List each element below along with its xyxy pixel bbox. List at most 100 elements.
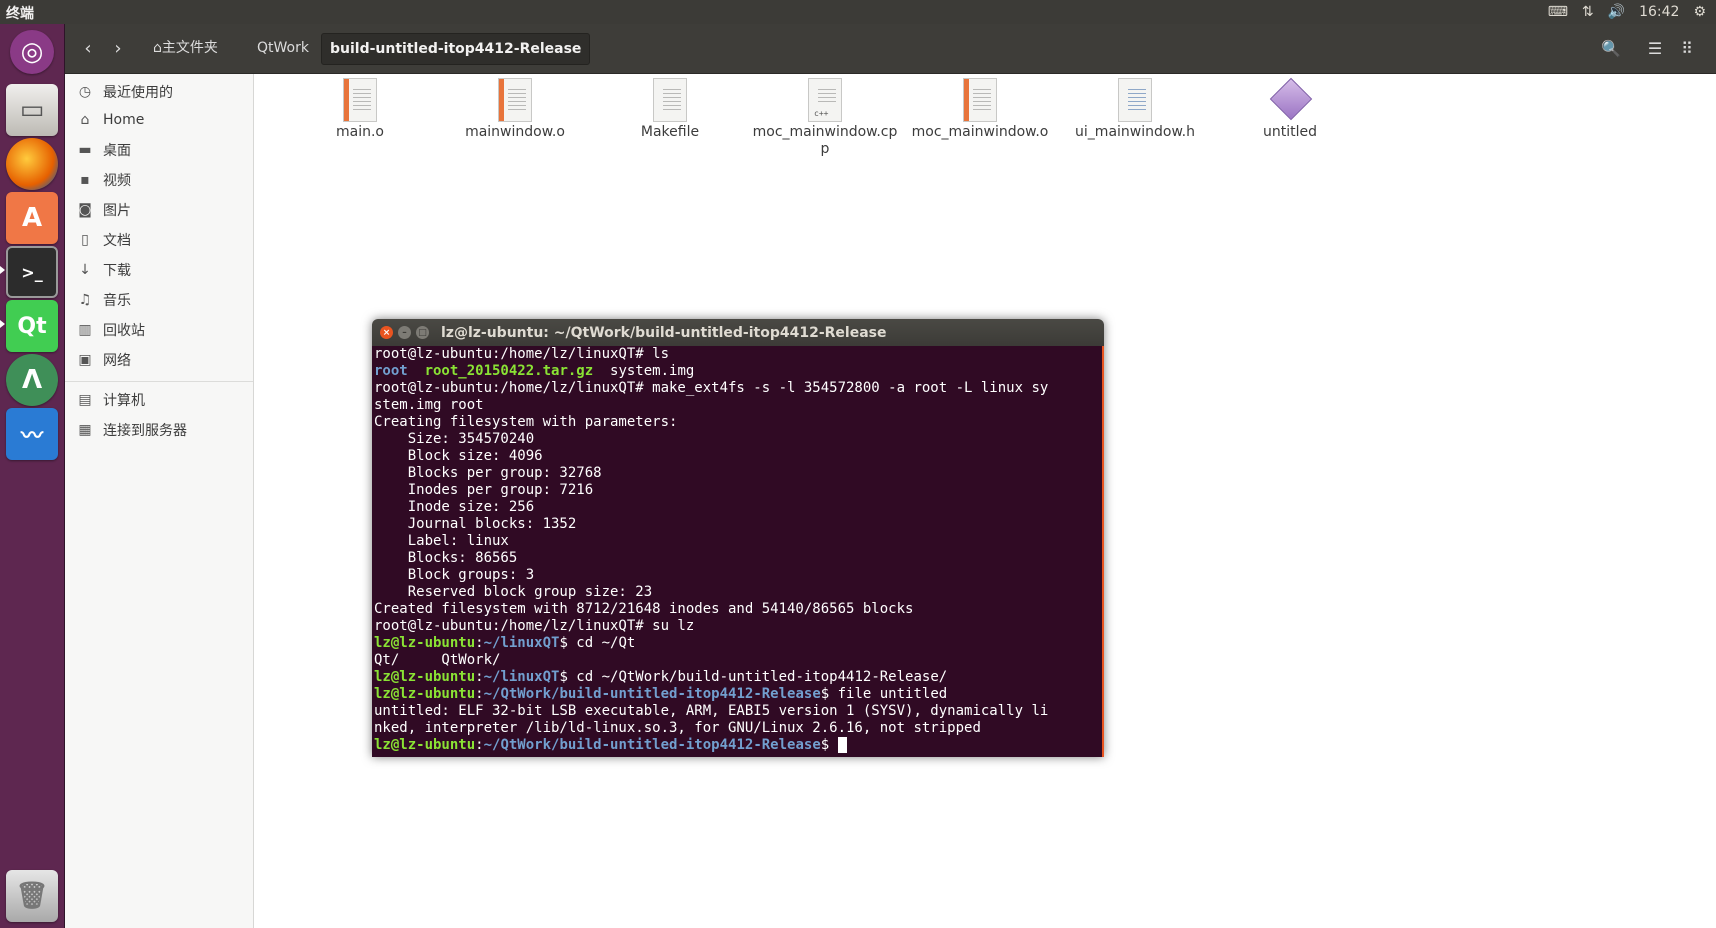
sidebar-item-network[interactable]: ▣ 网络 — [65, 346, 253, 374]
document-icon: ▯ — [81, 232, 89, 248]
sidebar-item-computer[interactable]: ▤ 计算机 — [65, 386, 253, 414]
file-item[interactable]: Makefile — [595, 78, 745, 141]
terminal-cursor — [837, 737, 847, 753]
firefox-icon[interactable] — [6, 138, 58, 190]
terminal-line: Block size: 4096 — [374, 448, 1100, 465]
terminal-line: lz@lz-ubuntu:~/QtWork/build-untitled-ito… — [374, 686, 1100, 703]
places-sidebar: ◷ 最近使用的 ⌂ Home ▬ 桌面 ▪ 视频 ◙ 图片 ▯ 文档 ↓ 下载 ♫ 音乐 ▥ 回收… — [65, 74, 254, 928]
close-icon[interactable]: × — [380, 326, 393, 339]
object-file-icon — [498, 78, 532, 122]
file-item[interactable]: untitled — [1215, 77, 1365, 141]
terminal-text: nked, interpreter /lib/ld-linux.so.3, fo… — [374, 720, 981, 736]
terminal-line: Label: linux — [374, 533, 1100, 550]
indicator-area: ⌨ ⇅ 🔊 16:42 ⚙ — [1548, 0, 1716, 24]
terminal-text: Created filesystem with 8712/21648 inode… — [374, 601, 914, 617]
sidebar-item-connect-server[interactable]: ▦ 连接到服务器 — [65, 416, 253, 444]
terminal-text: Block size: 4096 — [374, 448, 543, 464]
camera-icon: ◙ — [78, 202, 92, 218]
terminal-text: root — [374, 363, 408, 379]
terminal-text: stem.img root — [374, 397, 484, 413]
music-icon: ♫ — [78, 292, 92, 308]
terminal-text: $ cd ~/QtWork/build-untitled-itop4412-Re… — [559, 669, 948, 685]
network-arrows-icon[interactable]: ⇅ — [1582, 4, 1594, 20]
terminal-text: Blocks per group: 32768 — [374, 465, 602, 481]
terminal-line: Inodes per group: 7216 — [374, 482, 1100, 499]
terminal-text: untitled: ELF 32-bit LSB executable, ARM… — [374, 703, 1049, 719]
terminal-line: Blocks per group: 32768 — [374, 465, 1100, 482]
object-file-icon — [343, 78, 377, 122]
terminal-text: : — [475, 635, 484, 651]
sidebar-item-pictures[interactable]: ◙ 图片 — [65, 196, 253, 224]
sidebar-item-music[interactable]: ♫ 音乐 — [65, 286, 253, 314]
sidebar-item-home[interactable]: ⌂ Home — [65, 106, 253, 134]
sidebar-item-recent[interactable]: ◷ 最近使用的 — [65, 78, 253, 106]
software-center-icon[interactable]: A — [6, 192, 58, 244]
terminal-line: nked, interpreter /lib/ld-linux.so.3, fo… — [374, 720, 1100, 737]
terminal-text: Size: 354570240 — [374, 431, 535, 447]
terminal-text: : — [475, 669, 484, 685]
sidebar-item-downloads[interactable]: ↓ 下载 — [65, 256, 253, 284]
terminal-line: Qt/ QtWork/ — [374, 652, 1100, 669]
minimize-icon[interactable]: – — [398, 326, 411, 339]
file-cabinet-icon[interactable]: ▭ — [6, 84, 58, 136]
cpp-file-icon: c++ — [808, 78, 842, 122]
terminal-text: Creating filesystem with parameters: — [374, 414, 678, 430]
terminal-line: stem.img root — [374, 397, 1100, 414]
search-icon[interactable]: 🔍 — [1597, 34, 1625, 62]
trash-icon: ▥ — [78, 322, 92, 338]
folder-icon: ▬ — [78, 142, 92, 158]
terminal-line: root@lz-ubuntu:/home/lz/linuxQT# ls — [374, 346, 1100, 363]
file-item[interactable]: c++ moc_mainwindow.cpp — [750, 78, 900, 158]
file-manager-header: ‹ › ⌂主文件夹 QtWork build-untitled-itop4412… — [65, 24, 1716, 74]
sidebar-item-trash[interactable]: ▥ 回收站 — [65, 316, 253, 344]
trash-icon[interactable]: 🗑 — [6, 870, 58, 922]
terminal-line: Block groups: 3 — [374, 567, 1100, 584]
sidebar-item-documents[interactable]: ▯ 文档 — [65, 226, 253, 254]
terminal-text: ~/linuxQT — [483, 635, 560, 651]
terminal-text: Inode size: 256 — [374, 499, 535, 515]
breadcrumb-home[interactable]: ⌂主文件夹 — [145, 33, 226, 63]
breadcrumb-qtwork[interactable]: QtWork — [249, 33, 317, 63]
grid-view-icon[interactable]: ⠿ — [1673, 34, 1701, 62]
android-studio-icon[interactable]: Ʌ — [6, 354, 58, 406]
clock-time[interactable]: 16:42 — [1639, 4, 1679, 20]
terminal-text: $ file untitled — [820, 686, 948, 702]
gear-icon[interactable]: ⚙ — [1693, 4, 1706, 20]
chevron-right-icon[interactable]: › — [103, 34, 133, 62]
file-item[interactable]: moc_mainwindow.o — [905, 78, 1055, 141]
terminal-line: Created filesystem with 8712/21648 inode… — [374, 601, 1100, 618]
volume-icon[interactable]: 🔊 — [1608, 4, 1625, 20]
breadcrumb-current[interactable]: build-untitled-itop4412-Release — [321, 33, 591, 65]
download-icon: ↓ — [79, 262, 91, 278]
terminal-text: $ cd ~/Qt — [559, 635, 636, 651]
file-item[interactable]: main.o — [285, 78, 435, 141]
file-item[interactable]: ui_mainwindow.h — [1060, 78, 1210, 141]
clock-icon: ◷ — [78, 84, 92, 100]
terminal-window[interactable]: × – □ lz@lz-ubuntu: ~/QtWork/build-untit… — [372, 319, 1104, 757]
terminal-line: root@lz-ubuntu:/home/lz/linuxQT# make_ex… — [374, 380, 1100, 397]
terminal-line: root@lz-ubuntu:/home/lz/linuxQT# su lz — [374, 618, 1100, 635]
object-file-icon — [963, 78, 997, 122]
terminal-text: ~/QtWork/build-untitled-itop4412-Release — [483, 737, 821, 753]
terminal-text: root@lz-ubuntu:/home/lz/linuxQT# make_ex… — [374, 380, 1049, 396]
terminal-text: lz@lz-ubuntu — [374, 686, 476, 702]
sidebar-item-desktop[interactable]: ▬ 桌面 — [65, 136, 253, 164]
chevron-left-icon[interactable]: ‹ — [73, 34, 103, 62]
system-monitor-icon[interactable]: 〰 — [6, 408, 58, 460]
terminal-titlebar[interactable]: × – □ lz@lz-ubuntu: ~/QtWork/build-untit… — [372, 319, 1104, 346]
terminal-icon[interactable]: >_ — [6, 246, 58, 298]
terminal-text: root@lz-ubuntu:/home/lz/linuxQT# su lz — [374, 618, 695, 634]
maximize-icon[interactable]: □ — [416, 326, 429, 339]
terminal-text: Label: linux — [374, 533, 509, 549]
keyboard-icon[interactable]: ⌨ — [1548, 4, 1568, 20]
file-item[interactable]: mainwindow.o — [440, 78, 590, 141]
terminal-line: untitled: ELF 32-bit LSB executable, ARM… — [374, 703, 1100, 720]
terminal-output[interactable]: root@lz-ubuntu:/home/lz/linuxQT# ls root … — [372, 346, 1104, 757]
qt-icon[interactable]: Qt — [6, 300, 58, 352]
sidebar-item-videos[interactable]: ▪ 视频 — [65, 166, 253, 194]
ubuntu-logo-icon[interactable]: ◎ — [10, 30, 54, 74]
list-view-icon[interactable]: ☰ — [1641, 34, 1669, 62]
terminal-text: $ — [820, 737, 838, 753]
terminal-line: Size: 354570240 — [374, 431, 1100, 448]
terminal-text: Inodes per group: 7216 — [374, 482, 594, 498]
